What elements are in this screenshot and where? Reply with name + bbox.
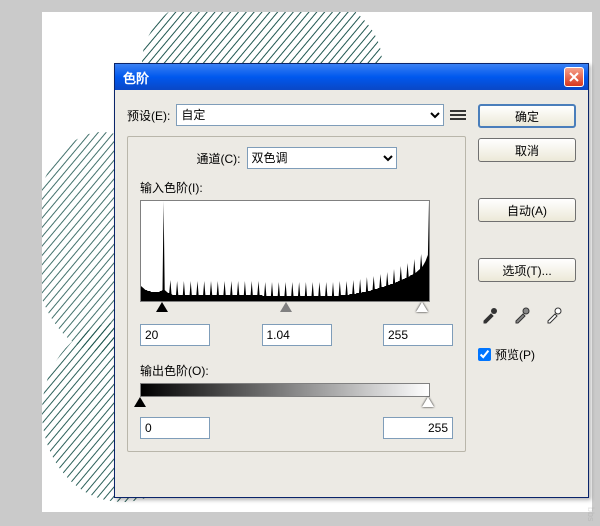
input-levels-label: 输入色阶(I): — [140, 179, 453, 196]
titlebar[interactable]: 色阶 — [115, 64, 588, 90]
input-highlight-field[interactable] — [383, 324, 453, 346]
close-icon — [569, 72, 579, 82]
eyedropper-black-icon — [481, 306, 499, 324]
auto-button[interactable]: 自动(A) — [478, 198, 576, 222]
dialog-title: 色阶 — [123, 68, 564, 87]
preview-checkbox-row[interactable]: 预览(P) — [478, 346, 576, 363]
eyedropper-black[interactable] — [478, 304, 502, 326]
input-slider-rail — [140, 302, 430, 316]
options-button[interactable]: 选项(T)... — [478, 258, 576, 282]
channel-label: 通道(C): — [197, 150, 241, 167]
close-button[interactable] — [564, 67, 584, 87]
output-slider-rail — [140, 397, 430, 411]
eyedropper-white-icon — [545, 306, 563, 324]
output-highlight-slider[interactable] — [422, 397, 434, 407]
levels-fieldset: 通道(C): 双色调 输入色阶(I): — [127, 136, 466, 452]
eyedropper-group — [478, 304, 576, 326]
eyedropper-gray-icon — [513, 306, 531, 324]
channel-select[interactable]: 双色调 — [247, 147, 397, 169]
preset-menu-icon[interactable] — [450, 108, 466, 122]
input-midtone-slider[interactable] — [280, 302, 292, 312]
output-levels-label: 输出色阶(O): — [140, 362, 453, 379]
preview-label: 预览(P) — [495, 346, 535, 363]
input-shadow-field[interactable] — [140, 324, 210, 346]
ok-button[interactable]: 确定 — [478, 104, 576, 128]
levels-dialog: 色阶 预设(E): 自定 通道(C): 双色调 输入色阶(I): — [114, 63, 589, 498]
histogram — [140, 200, 430, 302]
input-midtone-field[interactable] — [262, 324, 332, 346]
eyedropper-gray[interactable] — [510, 304, 534, 326]
input-highlight-slider[interactable] — [416, 302, 428, 312]
watermark: bbs — [586, 507, 596, 522]
preset-select[interactable]: 自定 — [176, 104, 444, 126]
input-shadow-slider[interactable] — [156, 302, 168, 312]
preset-label: 预设(E): — [127, 107, 170, 124]
output-shadow-slider[interactable] — [134, 397, 146, 407]
preview-checkbox[interactable] — [478, 348, 491, 361]
cancel-button[interactable]: 取消 — [478, 138, 576, 162]
output-highlight-field[interactable] — [383, 417, 453, 439]
output-shadow-field[interactable] — [140, 417, 210, 439]
eyedropper-white[interactable] — [542, 304, 566, 326]
output-gradient — [140, 383, 430, 397]
